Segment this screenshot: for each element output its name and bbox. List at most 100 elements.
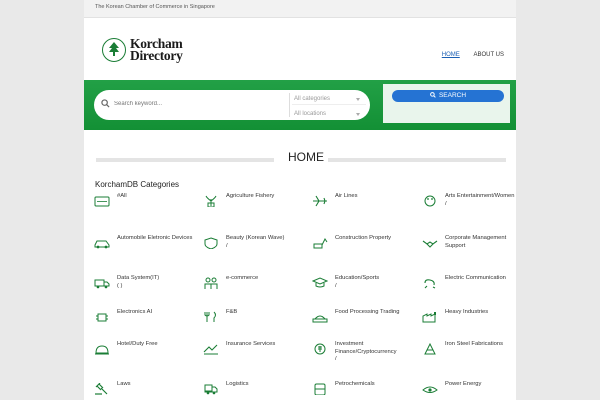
top-bar: The Korean Chamber of Commerce in Singap… [84,0,516,18]
logo-text: Korcham Directory [130,37,183,63]
category-item[interactable]: Electronics AI [94,309,202,339]
search-icon [430,92,436,98]
search-icon [101,99,110,108]
category-label: #All [117,193,127,199]
category-select[interactable]: All categories [294,96,364,102]
category-item[interactable]: Insurance Services [203,341,311,371]
page: The Korean Chamber of Commerce in Singap… [84,0,516,400]
category-item[interactable]: Laws [94,381,202,400]
category-label: Automobile Eletronic Devices [117,235,193,241]
search-divider [289,93,290,117]
category-label: F&B [226,309,238,315]
category-item[interactable]: F&B [203,309,311,339]
category-item[interactable]: Power Energy [422,381,516,400]
graduation-icon [312,277,328,288]
category-label: Logistics [226,381,249,387]
category-label: Food Processing Trading [335,309,400,315]
plant-icon [205,195,217,207]
category-label: Arts Entertainment/Women / [445,193,515,207]
category-label: Investment Finance/Cryptocurrency / [335,341,397,362]
car-icon [94,240,110,249]
category-item[interactable]: Automobile Eletronic Devices [94,235,202,265]
category-item[interactable]: Education/Sports / [312,275,420,305]
title-rule-right [328,158,506,162]
tree-icon [109,42,119,56]
search-button-label: SEARCH [438,92,467,99]
category-item[interactable]: Iron Steel Fabrications [422,341,516,371]
finance-icon [314,343,326,355]
search-button[interactable]: SEARCH [392,90,504,102]
category-item[interactable]: Heavy Industries [422,309,516,339]
category-item[interactable]: Petrochemicals [312,381,420,400]
category-label: Air Lines [335,193,358,199]
category-label: Power Energy [445,381,482,387]
logo-emblem-icon [102,38,126,62]
main-nav: HOME ABOUT US [430,52,504,58]
search-band: All categories All locations SEARCH [84,80,516,130]
category-label: Hotel/Duty Free [117,341,158,347]
category-item[interactable]: Arts Entertainment/Women / [422,193,516,223]
category-item[interactable]: #All [94,193,202,223]
category-item[interactable]: Data System(IT) ( ) [94,275,202,305]
nav-home[interactable]: HOME [442,52,460,58]
category-label: Data System(IT) ( ) [117,275,160,289]
factory-icon [422,312,436,323]
category-label: Education/Sports / [335,275,380,289]
category-item[interactable]: Food Processing Trading [312,309,420,339]
category-item[interactable]: e-commerce [203,275,311,305]
categories-heading: KorchamDB Categories [95,180,180,189]
category-label: Construction Property [335,235,392,241]
category-item[interactable]: Construction Property [312,235,420,265]
category-item[interactable]: Corporate Management Support [422,235,516,265]
shield-icon [204,237,218,249]
category-label: Electric Communication [445,275,506,281]
category-label: Electronics AI [117,309,153,315]
logo-line2: Directory [130,48,183,63]
topbar-tagline: The Korean Chamber of Commerce in Singap… [95,4,215,10]
airplane-icon [313,195,327,207]
search-keyword-input[interactable] [114,98,274,110]
category-label: Insurance Services [226,341,276,347]
people-icon [204,277,218,289]
header: Korcham Directory HOME ABOUT US [84,18,516,80]
category-select-value: All categories [294,96,331,102]
logo[interactable]: Korcham Directory [102,37,212,68]
category-item[interactable]: Beauty (Korean Wave) / [203,235,311,265]
page-title: HOME [288,150,324,164]
cutlery-icon [204,311,216,322]
category-label: Agriculture Fishery [226,193,275,199]
nav-about-us[interactable]: ABOUT US [473,52,504,58]
tower-icon [424,343,436,355]
bell-icon [95,345,109,355]
category-label: Laws [117,381,131,387]
page-title-row: HOME [96,150,506,168]
title-rule-left [96,158,274,162]
bread-icon [312,315,328,323]
category-item[interactable]: Agriculture Fishery [203,193,311,223]
category-item[interactable]: Investment Finance/Cryptocurrency / [312,341,420,371]
excavator-icon [313,238,328,249]
chip-icon [96,313,108,322]
category-label: Heavy Industries [445,309,489,315]
category-label: Iron Steel Fabrications [445,341,503,347]
select-divider [292,104,366,105]
category-label: e-commerce [226,275,259,281]
category-item[interactable]: Logistics [203,381,311,400]
barrel-icon [314,383,326,395]
chevron-down-icon [356,113,360,116]
category-item[interactable]: Hotel/Duty Free [94,341,202,371]
gavel-icon [95,383,108,395]
location-select[interactable]: All locations [294,111,364,117]
insurance-icon [203,344,218,355]
handshake-icon [422,240,438,248]
location-select-value: All locations [294,111,327,117]
category-item[interactable]: Air Lines [312,193,420,223]
palette-icon [424,195,436,207]
truck-icon [94,279,110,289]
category-item[interactable]: Electric Communication [422,275,516,305]
chevron-down-icon [356,98,360,101]
category-label: Corporate Management Support [445,235,507,249]
category-label: Petrochemicals [335,381,375,387]
plug-icon [424,279,436,289]
delivery-icon [204,384,218,395]
